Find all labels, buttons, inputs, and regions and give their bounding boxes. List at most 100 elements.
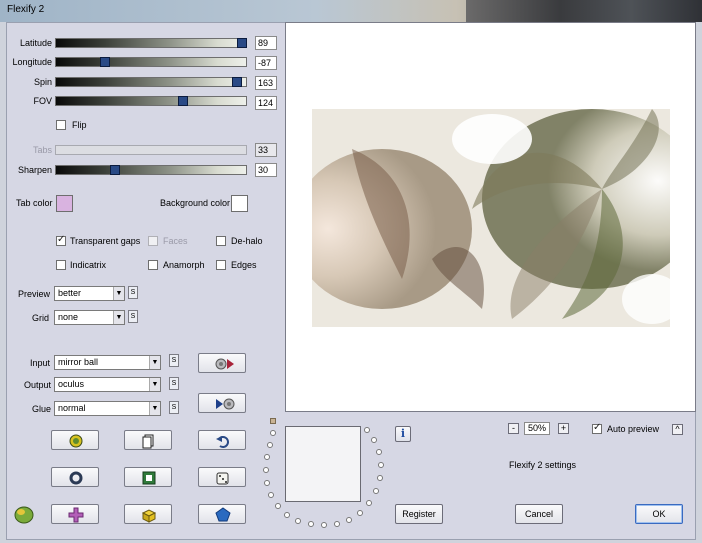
fov-label: FOV bbox=[33, 96, 52, 106]
ok-button[interactable]: OK bbox=[635, 504, 683, 524]
ring-dot bbox=[284, 512, 290, 518]
sharpen-thumb[interactable] bbox=[109, 165, 120, 175]
ring-dot bbox=[270, 430, 276, 436]
preview-quality-select[interactable]: better ▼ bbox=[54, 286, 125, 301]
ring-dot bbox=[376, 449, 382, 455]
swap-output-button[interactable] bbox=[198, 393, 246, 413]
background-window-strip bbox=[466, 0, 702, 22]
chevron-down-icon: ▼ bbox=[149, 378, 160, 391]
preview-quality-value: better bbox=[58, 288, 82, 298]
transparent-gaps-checkbox[interactable] bbox=[56, 234, 66, 246]
fov-slider[interactable] bbox=[55, 96, 247, 106]
grid-s-button[interactable]: S bbox=[128, 310, 138, 323]
tab-color-swatch[interactable] bbox=[56, 195, 73, 212]
de-halo-checkbox[interactable] bbox=[216, 236, 226, 246]
navigator-thumbnail[interactable] bbox=[285, 426, 361, 502]
grid-select[interactable]: none ▼ bbox=[54, 310, 125, 325]
spin-value[interactable]: 163 bbox=[255, 76, 277, 90]
chevron-down-icon: ▼ bbox=[113, 311, 124, 324]
mirror-ball-to-oculus-icon bbox=[215, 358, 234, 370]
grid-label: Grid bbox=[32, 313, 50, 323]
pentagon-icon bbox=[215, 507, 231, 522]
copy-button[interactable] bbox=[124, 430, 172, 450]
sharpen-value[interactable]: 30 bbox=[255, 163, 277, 177]
input-select[interactable]: mirror ball ▼ bbox=[54, 355, 161, 370]
spin-thumb[interactable] bbox=[231, 77, 242, 87]
ring-shape-button[interactable] bbox=[51, 467, 99, 487]
anamorph-checkbox[interactable] bbox=[148, 260, 158, 270]
cross-shape-button[interactable] bbox=[51, 504, 99, 524]
auto-preview-checkbox[interactable] bbox=[592, 422, 602, 434]
preview-quality-s-button[interactable]: S bbox=[128, 286, 138, 299]
sharpen-slider[interactable] bbox=[55, 165, 247, 175]
glue-value: normal bbox=[58, 403, 86, 413]
output-select[interactable]: oculus ▼ bbox=[54, 377, 161, 392]
ring-dot bbox=[295, 518, 301, 524]
pentagon-shape-button[interactable] bbox=[198, 504, 246, 524]
auto-preview-label: Auto preview bbox=[607, 424, 660, 434]
ring-dot bbox=[377, 475, 383, 481]
output-value: oculus bbox=[58, 379, 85, 389]
longitude-slider[interactable] bbox=[55, 57, 247, 67]
register-button[interactable]: Register bbox=[395, 504, 443, 524]
swap-input-button[interactable] bbox=[198, 353, 246, 373]
frame-shape-button[interactable] bbox=[124, 467, 172, 487]
zoom-in-button[interactable]: + bbox=[558, 423, 569, 434]
sharpen-label: Sharpen bbox=[17, 165, 52, 175]
indicatrix-checkbox[interactable] bbox=[56, 260, 66, 270]
input-label: Input bbox=[30, 358, 51, 368]
undo-icon bbox=[216, 436, 229, 448]
settings-label: Flexify 2 settings bbox=[509, 460, 577, 470]
info-button[interactable]: i bbox=[395, 426, 411, 442]
latitude-thumb[interactable] bbox=[237, 38, 248, 48]
cancel-button[interactable]: Cancel bbox=[515, 504, 563, 524]
load-preset-button[interactable] bbox=[51, 430, 99, 450]
cross-icon bbox=[68, 507, 84, 523]
background-color-swatch[interactable] bbox=[231, 195, 248, 212]
navigator-handle-icon[interactable] bbox=[270, 418, 276, 424]
input-s-button[interactable]: S bbox=[169, 354, 179, 367]
chevron-down-icon: ▼ bbox=[149, 402, 160, 415]
square-frame-icon bbox=[142, 471, 156, 485]
fov-value[interactable]: 124 bbox=[255, 96, 277, 110]
longitude-value[interactable]: -87 bbox=[255, 56, 277, 70]
longitude-label: Longitude bbox=[12, 57, 52, 67]
de-halo-label: De-halo bbox=[231, 236, 263, 246]
background-color-label: Background color bbox=[160, 198, 231, 208]
randomize-button[interactable] bbox=[198, 467, 246, 487]
glue-select[interactable]: normal ▼ bbox=[54, 401, 161, 416]
longitude-thumb[interactable] bbox=[100, 57, 111, 67]
chevron-down-icon: ▼ bbox=[149, 356, 160, 369]
input-value: mirror ball bbox=[58, 357, 99, 367]
faces-checkbox bbox=[148, 236, 158, 246]
glue-label: Glue bbox=[32, 404, 52, 414]
spin-slider[interactable] bbox=[55, 77, 247, 87]
oculus-to-mirror-ball-icon bbox=[216, 398, 235, 410]
zoom-out-button[interactable]: - bbox=[508, 423, 519, 434]
fov-thumb[interactable] bbox=[178, 96, 189, 106]
tabs-label: Tabs bbox=[32, 145, 52, 155]
output-s-button[interactable]: S bbox=[169, 377, 179, 390]
ring-dot bbox=[364, 427, 370, 433]
collapse-button[interactable]: ^ bbox=[672, 424, 683, 435]
preview-canvas[interactable] bbox=[285, 22, 696, 412]
undo-button[interactable] bbox=[198, 430, 246, 450]
latitude-label: Latitude bbox=[19, 38, 52, 48]
output-label: Output bbox=[24, 380, 52, 390]
zoom-level[interactable]: 50% bbox=[524, 422, 550, 435]
flip-checkbox[interactable] bbox=[56, 120, 66, 130]
chevron-down-icon: ▼ bbox=[113, 287, 124, 300]
edges-checkbox[interactable] bbox=[216, 260, 226, 270]
cube-shape-button[interactable] bbox=[124, 504, 172, 524]
preview-image bbox=[312, 109, 670, 327]
flip-label: Flip bbox=[72, 120, 87, 130]
ring-dot bbox=[334, 521, 340, 527]
ring-dot bbox=[371, 437, 377, 443]
grid-value: none bbox=[58, 312, 79, 322]
latitude-slider[interactable] bbox=[55, 38, 248, 48]
glue-s-button[interactable]: S bbox=[169, 401, 179, 414]
latitude-value[interactable]: 89 bbox=[255, 36, 277, 50]
globe-load-icon bbox=[69, 434, 83, 448]
ring-dot bbox=[366, 500, 372, 506]
ring-icon bbox=[69, 471, 83, 485]
